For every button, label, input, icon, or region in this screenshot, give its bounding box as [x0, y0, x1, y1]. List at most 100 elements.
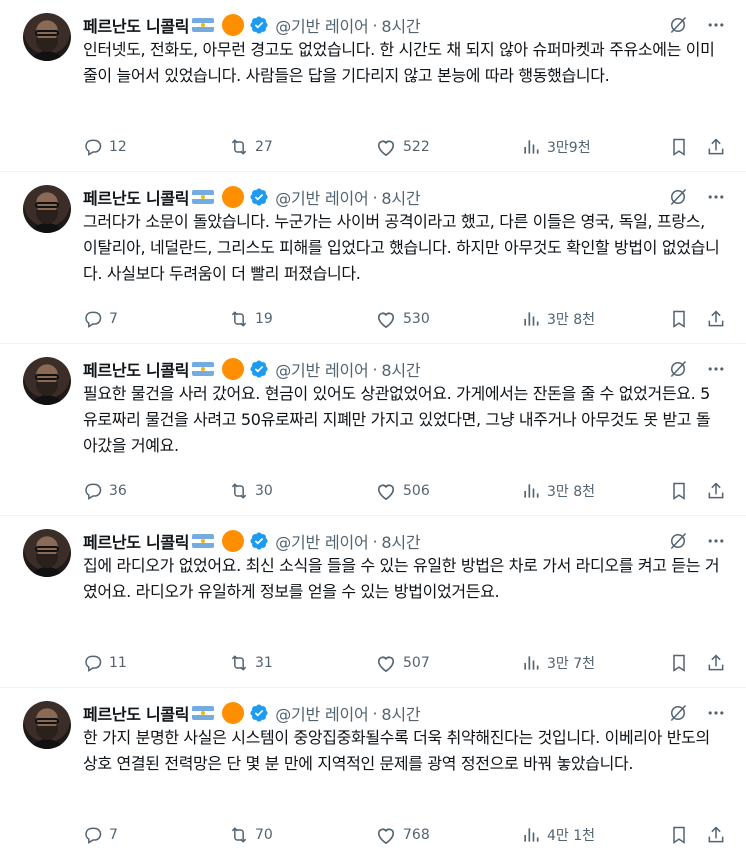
verified-badge-icon — [249, 187, 269, 207]
author-name[interactable]: 페르난도 니콜릭 — [83, 357, 190, 381]
heart-icon — [375, 481, 397, 501]
share-button[interactable] — [706, 825, 726, 845]
more-dots-icon[interactable] — [706, 359, 726, 379]
bookmark-button[interactable] — [669, 481, 689, 501]
author-handle[interactable]: @기반 레이어 — [275, 357, 368, 381]
views-button[interactable]: 3만9천 — [521, 137, 591, 157]
more-dots-icon[interactable] — [706, 187, 726, 207]
argentina-flag-icon — [192, 362, 215, 376]
retweet-button[interactable]: 19 — [229, 309, 273, 329]
views-count: 3만9천 — [547, 140, 591, 156]
bookmark-button[interactable] — [669, 137, 689, 157]
avatar[interactable] — [23, 701, 71, 749]
reply-button[interactable]: 12 — [83, 137, 127, 157]
views-count: 3만 8천 — [547, 312, 596, 328]
retweet-count: 31 — [255, 655, 273, 671]
timeline: 페르난도 니콜릭 @기반 레이어 · 8시간 인터넷도, 전화도, 아무런 경고… — [0, 0, 746, 860]
tweet-time[interactable]: 8시간 — [381, 13, 420, 37]
views-button[interactable]: 4만 1천 — [521, 825, 595, 845]
like-count: 506 — [403, 483, 430, 499]
author-handle[interactable]: @기반 레이어 — [275, 701, 368, 725]
views-count: 3만 7천 — [547, 656, 596, 672]
grok-slash-circle-icon[interactable] — [668, 187, 688, 207]
like-button[interactable]: 530 — [375, 309, 430, 329]
reply-button[interactable]: 7 — [83, 825, 118, 845]
tweet[interactable]: 페르난도 니콜릭 @기반 레이어 · 8시간 집에 라디오가 없었어요. 최신 … — [0, 516, 746, 688]
tweet-header: 페르난도 니콜릭 @기반 레이어 · 8시간 — [83, 185, 726, 209]
views-count: 4만 1천 — [547, 828, 596, 844]
share-button[interactable] — [706, 309, 726, 329]
tweet[interactable]: 페르난도 니콜릭 @기반 레이어 · 8시간 인터넷도, 전화도, 아무런 경고… — [0, 0, 746, 172]
like-button[interactable]: 507 — [375, 653, 430, 673]
like-count: 768 — [403, 827, 430, 843]
author-handle[interactable]: @기반 레이어 — [275, 13, 368, 37]
separator-dot: · — [372, 359, 378, 379]
more-dots-icon[interactable] — [706, 15, 726, 35]
grok-slash-circle-icon[interactable] — [668, 703, 688, 723]
share-button[interactable] — [706, 137, 726, 157]
separator-dot: · — [372, 15, 378, 35]
tweet[interactable]: 페르난도 니콜릭 @기반 레이어 · 8시간 필요한 물건을 사러 갔어요. 현… — [0, 344, 746, 516]
reply-count: 7 — [109, 311, 118, 327]
tweet[interactable]: 페르난도 니콜릭 @기반 레이어 · 8시간 그러다가 소문이 돌았습니다. 누… — [0, 172, 746, 344]
retweet-button[interactable]: 30 — [229, 481, 273, 501]
orange-circle-icon — [222, 358, 245, 380]
bookmark-icon — [669, 653, 689, 673]
reply-bubble-icon — [83, 137, 103, 157]
separator-dot: · — [372, 187, 378, 207]
avatar[interactable] — [23, 357, 71, 405]
avatar[interactable] — [23, 185, 71, 233]
retweet-button[interactable]: 27 — [229, 137, 273, 157]
grok-slash-circle-icon[interactable] — [668, 359, 688, 379]
bookmark-button[interactable] — [669, 653, 689, 673]
author-handle[interactable]: @기반 레이어 — [275, 185, 368, 209]
tweet-time[interactable]: 8시간 — [381, 701, 420, 725]
like-button[interactable]: 506 — [375, 481, 430, 501]
views-bars-icon — [521, 481, 541, 501]
tweet-header: 페르난도 니콜릭 @기반 레이어 · 8시간 — [83, 701, 726, 725]
retweet-button[interactable]: 31 — [229, 653, 273, 673]
share-button[interactable] — [706, 481, 726, 501]
more-dots-icon[interactable] — [706, 531, 726, 551]
tweet-text: 집에 라디오가 없었어요. 최신 소식을 들을 수 있는 유일한 방법은 차로 … — [83, 556, 720, 601]
tweet-text: 한 가지 분명한 사실은 시스템이 중앙집중화될수록 더욱 취약해진다는 것입니… — [83, 728, 710, 773]
reply-button[interactable]: 36 — [83, 481, 127, 501]
views-button[interactable]: 3만 8천 — [521, 481, 595, 501]
retweet-button[interactable]: 70 — [229, 825, 273, 845]
share-upload-icon — [706, 309, 726, 329]
reply-button[interactable]: 7 — [83, 309, 118, 329]
tweet[interactable]: 페르난도 니콜릭 @기반 레이어 · 8시간 한 가지 분명한 사실은 시스템이… — [0, 688, 746, 860]
bookmark-button[interactable] — [669, 825, 689, 845]
author-name[interactable]: 페르난도 니콜릭 — [83, 701, 190, 725]
reply-button[interactable]: 11 — [83, 653, 127, 673]
share-button[interactable] — [706, 653, 726, 673]
bookmark-button[interactable] — [669, 309, 689, 329]
reply-bubble-icon — [83, 309, 103, 329]
share-upload-icon — [706, 825, 726, 845]
bookmark-icon — [669, 825, 689, 845]
views-button[interactable]: 3만 8천 — [521, 309, 595, 329]
tweet-time[interactable]: 8시간 — [381, 357, 420, 381]
grok-slash-circle-icon[interactable] — [668, 15, 688, 35]
author-name[interactable]: 페르난도 니콜릭 — [83, 13, 190, 37]
like-button[interactable]: 522 — [375, 137, 430, 157]
tweet-time[interactable]: 8시간 — [381, 185, 420, 209]
bookmark-icon — [669, 481, 689, 501]
heart-icon — [375, 309, 397, 329]
like-button[interactable]: 768 — [375, 825, 430, 845]
avatar[interactable] — [23, 13, 71, 61]
author-handle[interactable]: @기반 레이어 — [275, 529, 368, 553]
views-bars-icon — [521, 137, 541, 157]
tweet-time[interactable]: 8시간 — [381, 529, 420, 553]
author-name[interactable]: 페르난도 니콜릭 — [83, 185, 190, 209]
views-button[interactable]: 3만 7천 — [521, 653, 595, 673]
tweet-actions: 12 27 522 3만9천 — [83, 135, 726, 159]
more-dots-icon[interactable] — [706, 703, 726, 723]
tweet-actions: 7 70 768 4만 1천 — [83, 823, 726, 847]
argentina-flag-icon — [192, 706, 215, 720]
grok-slash-circle-icon[interactable] — [668, 531, 688, 551]
like-count: 522 — [403, 139, 430, 155]
avatar[interactable] — [23, 529, 71, 577]
tweet-text: 그러다가 소문이 돌았습니다. 누군가는 사이버 공격이라고 했고, 다른 이들… — [83, 212, 720, 283]
author-name[interactable]: 페르난도 니콜릭 — [83, 529, 190, 553]
